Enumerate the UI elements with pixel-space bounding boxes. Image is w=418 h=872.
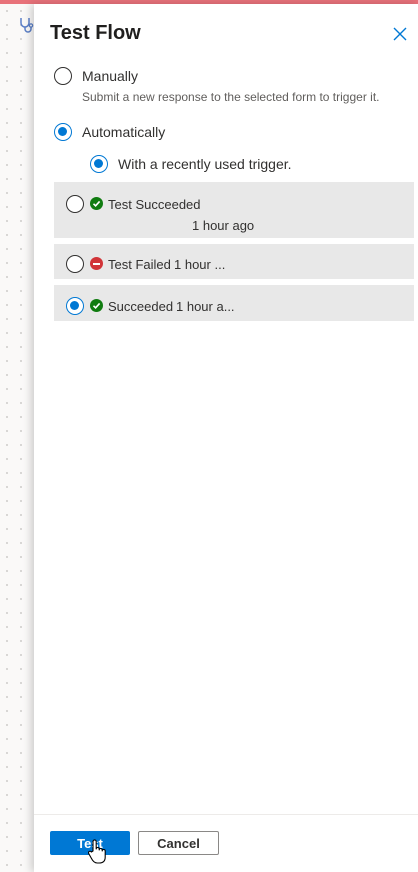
failed-icon: [90, 257, 103, 270]
run-time: 1 hour ...: [174, 257, 226, 272]
run-row[interactable]: Test Failed 1 hour ...: [54, 244, 414, 279]
run-time: 1 hour ago: [192, 218, 255, 233]
run-row[interactable]: Test Succeeded 1 hour ago: [54, 182, 414, 238]
manually-radio[interactable]: [54, 67, 72, 85]
run-radio[interactable]: [66, 195, 84, 213]
footer-divider: [34, 814, 418, 815]
run-time: 1 hour a...: [176, 299, 235, 314]
run-status: Test Succeeded: [108, 197, 201, 212]
run-status: Test Failed: [108, 257, 171, 272]
run-radio[interactable]: [66, 255, 84, 273]
manually-description: Submit a new response to the selected fo…: [82, 90, 380, 104]
success-icon: [90, 197, 103, 210]
manually-label: Manually: [82, 68, 139, 84]
success-icon: [90, 299, 103, 312]
test-flow-panel: Test Flow Manually Submit a new response…: [34, 4, 418, 872]
run-radio[interactable]: [66, 297, 84, 315]
run-row[interactable]: Succeeded 1 hour a...: [54, 285, 414, 321]
close-icon[interactable]: [392, 26, 408, 42]
automatically-label: Automatically: [82, 124, 166, 140]
automatically-radio[interactable]: [54, 123, 72, 141]
recent-trigger-label: With a recently used trigger.: [118, 156, 292, 172]
panel-title: Test Flow: [50, 22, 141, 44]
run-status: Succeeded: [108, 299, 174, 314]
cancel-button[interactable]: Cancel: [138, 831, 219, 855]
recent-trigger-radio[interactable]: [90, 155, 108, 173]
test-button[interactable]: Test: [50, 831, 130, 855]
